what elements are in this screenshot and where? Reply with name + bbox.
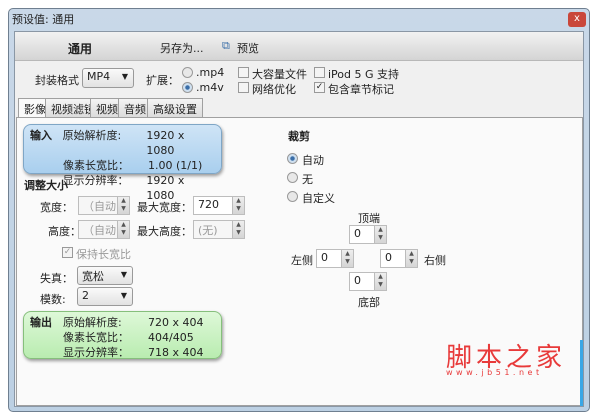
chapters-label: 包含章节标记 [328,83,394,96]
max-width-value: 720 [198,198,219,211]
large-file-label: 大容量文件 [252,68,307,81]
info-value: 720 x 404 [148,316,204,329]
crop-top-value: 0 [354,227,361,240]
info-value: 718 x 404 [148,346,204,359]
spin-arrows-icon[interactable]: ▲ ▼ [117,197,129,214]
max-width-spinner[interactable]: 720 ▲ ▼ [193,196,245,215]
crop-none-radio[interactable] [287,172,298,183]
height-value: （自动 [83,224,116,237]
ext-m4v-radio[interactable] [182,82,193,93]
modulus-value: 2 [82,289,89,302]
crop-bottom-label: 底部 [358,296,380,309]
info-label: 原始解析度: [62,129,122,142]
max-height-label: 最大高度： [137,225,192,238]
output-tag: 输出 [30,316,52,329]
crop-custom-label: 自定义 [302,192,335,205]
width-value: （自动 [83,200,116,213]
info-label: 像素长宽比： [63,159,129,172]
ext-label: 扩展： [146,74,179,87]
spin-arrows-icon[interactable]: ▲ ▼ [232,197,244,214]
crop-right-value: 0 [385,251,392,264]
spin-arrows-icon[interactable]: ▲ ▼ [374,273,386,290]
input-tag: 输入 [30,129,52,142]
preset-name: 通用 [68,42,93,56]
window-title: 预设值: 通用 [12,13,75,26]
spin-arrows-icon[interactable]: ▲ ▼ [232,221,244,238]
anamorphic-label: 失真： [40,272,73,285]
large-file-checkbox[interactable] [238,67,249,78]
anamorphic-select[interactable]: 宽松 ▼ [77,266,133,285]
width-label: 宽度： [40,201,73,214]
ext-mp4-radio[interactable] [182,67,193,78]
crop-top-label: 顶端 [358,212,380,225]
height-spinner[interactable]: （自动 ▲ ▼ [78,220,130,239]
modulus-label: 模数: [40,293,66,306]
keep-aspect-checkbox[interactable]: ✓ [62,247,73,258]
crop-left-value: 0 [321,251,328,264]
crop-bottom-value: 0 [354,274,361,287]
container-value: MP4 [87,70,111,83]
spin-arrows-icon[interactable]: ▲ ▼ [117,221,129,238]
crop-bottom-spinner[interactable]: 0 ▲ ▼ [349,272,387,291]
watermark-url: www.jb51.net [446,368,543,377]
max-height-spinner[interactable]: (无) ▲ ▼ [193,220,245,239]
crop-left-spinner[interactable]: 0 ▲ ▼ [316,249,354,268]
scrollbar[interactable] [580,340,583,406]
crop-right-label: 右侧 [424,254,446,267]
web-opt-checkbox[interactable] [238,82,249,93]
crop-top-spinner[interactable]: 0 ▲ ▼ [349,225,387,244]
ipod-label: iPod 5 G 支持 [328,68,400,81]
crop-custom-radio[interactable] [287,191,298,202]
anamorphic-value: 宽松 [82,270,104,283]
info-value: 404/405 [148,331,194,344]
container-label: 封装格式 [35,74,79,87]
toolbar [15,32,583,61]
height-label: 高度： [48,225,81,238]
ext-mp4-label: .mp4 [196,66,225,79]
crop-title: 裁剪 [288,130,310,143]
width-spinner[interactable]: （自动 ▲ ▼ [78,196,130,215]
info-value: 1920 x 1080 [146,129,185,157]
crop-auto-radio[interactable] [287,153,298,164]
ext-m4v-label: .m4v [196,81,224,94]
keep-aspect-label: 保持长宽比 [76,248,131,261]
input-info-box: 输入 原始解析度: 1920 x 1080 像素长宽比： 1.00 (1/1) 显示分… [23,124,222,202]
tab-advanced[interactable]: 高级设置 [147,98,203,117]
preview-icon: ⧉ [222,39,230,52]
web-opt-label: 网络优化 [252,83,296,96]
ipod-checkbox[interactable] [314,67,325,78]
info-label: 原始解析度: [63,316,122,329]
info-label: 显示分辨率： [63,346,129,359]
info-label: 像素长宽比： [63,331,129,344]
info-value: 1.00 (1/1) [148,159,203,172]
spin-arrows-icon[interactable]: ▲ ▼ [405,250,417,267]
preview-button[interactable]: 预览 [237,40,259,56]
spin-arrows-icon[interactable]: ▲ ▼ [374,226,386,243]
crop-right-spinner[interactable]: 0 ▲ ▼ [380,249,418,268]
save-as-button[interactable]: 另存为... [160,40,204,56]
max-width-label: 最大宽度： [137,201,192,214]
crop-auto-label: 自动 [302,154,324,167]
resize-title: 调整大小 [24,179,68,192]
modulus-select[interactable]: 2 ▼ [77,287,133,306]
chevron-down-icon: ▼ [120,270,127,279]
output-info-box: 输出 原始解析度: 720 x 404 像素长宽比： 404/405 显示分辨率： 71… [23,311,222,359]
close-button[interactable]: x [568,12,586,27]
crop-left-label: 左侧 [291,254,313,267]
chapters-checkbox[interactable]: ✓ [314,82,325,93]
crop-none-label: 无 [302,173,313,186]
spin-arrows-icon[interactable]: ▲ ▼ [341,250,353,267]
chevron-down-icon: ▼ [121,72,128,81]
container-select[interactable]: MP4 ▼ [82,68,134,88]
chevron-down-icon: ▼ [120,291,127,300]
max-height-value: (无) [198,224,218,237]
